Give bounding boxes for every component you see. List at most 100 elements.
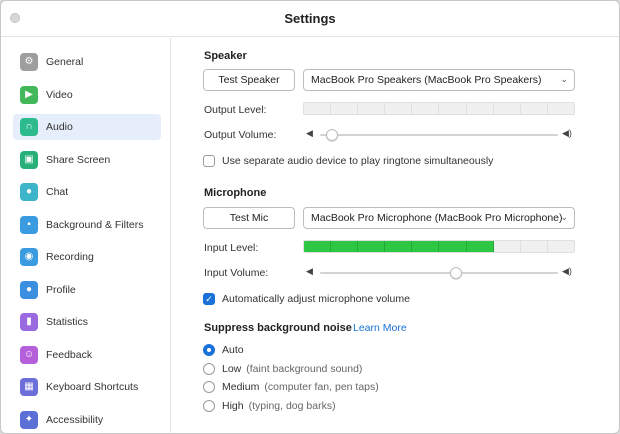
- statistics-icon: ▮: [20, 313, 38, 331]
- sidebar-item-feedback[interactable]: ☺ Feedback: [13, 342, 161, 368]
- sidebar-item-share-screen[interactable]: ▣ Share Screen: [13, 147, 161, 173]
- chevron-down-icon: ⌄: [560, 74, 568, 84]
- meter-segment: [385, 241, 413, 252]
- sidebar-item-label: Profile: [46, 283, 76, 296]
- sidebar-item-label: Background & Filters: [46, 218, 144, 231]
- input-volume-thumb[interactable]: [450, 267, 463, 279]
- noise-radio-medium[interactable]: [203, 381, 215, 393]
- output-level-label: Output Level:: [204, 104, 267, 116]
- noise-option-label: High (typing, dog barks): [222, 400, 336, 412]
- sidebar-item-general[interactable]: ⚙ General: [13, 49, 161, 75]
- background-icon: ▪: [20, 215, 38, 234]
- meter-segment: [331, 103, 359, 114]
- learn-more-link[interactable]: Learn More: [353, 322, 407, 334]
- output-level-meter: [303, 102, 575, 115]
- meter-segment: [412, 241, 440, 252]
- sidebar-item-label: Accessibility: [46, 413, 104, 426]
- noise-option-name: Medium: [222, 381, 260, 393]
- sidebar-item-keyboard-shortcuts[interactable]: ▦ Keyboard Shortcuts: [13, 374, 161, 400]
- sidebar-item-profile[interactable]: ● Profile: [13, 277, 161, 303]
- audio-settings-panel: Speaker Test Speaker MacBook Pro Speaker…: [172, 38, 619, 433]
- recording-icon: ◉: [20, 248, 38, 266]
- sidebar-item-accessibility[interactable]: ✦ Accessibility: [13, 407, 161, 433]
- meter-segment: [493, 241, 521, 252]
- output-volume-slider[interactable]: [320, 134, 558, 136]
- input-level-label: Input Level:: [204, 242, 259, 254]
- speaker-device-select[interactable]: MacBook Pro Speakers (MacBook Pro Speake…: [303, 69, 575, 91]
- sidebar-item-label: Feedback: [46, 348, 93, 361]
- output-volume-thumb[interactable]: [326, 129, 338, 141]
- auto-adjust-label: Automatically adjust microphone volume: [222, 293, 410, 305]
- microphone-device-select[interactable]: MacBook Pro Microphone (MacBook Pro Micr…: [303, 207, 575, 229]
- noise-option-hint: (computer fan, pen taps): [264, 381, 379, 393]
- sidebar-item-audio[interactable]: ∩ Audio: [13, 114, 161, 140]
- test-speaker-button[interactable]: Test Speaker: [203, 69, 295, 91]
- input-volume-label: Input Volume:: [204, 267, 269, 279]
- meter-segment: [412, 103, 440, 114]
- noise-option-hint: (faint background sound): [246, 362, 363, 375]
- noise-option-label: Medium (computer fan, pen taps): [222, 381, 379, 393]
- noise-radio-low[interactable]: [203, 362, 215, 375]
- profile-icon: ●: [20, 280, 38, 299]
- speaker-device-value: MacBook Pro Speakers (MacBook Pro Speake…: [311, 74, 542, 86]
- sidebar-item-chat[interactable]: ● Chat: [13, 179, 161, 205]
- settings-window: Settings ⚙ General ▶ Video ∩ Audio ▣ Share Scre…: [0, 0, 620, 434]
- volume-low-icon: ◀: [306, 266, 313, 276]
- noise-option-label: Auto: [222, 344, 244, 356]
- sidebar-item-video[interactable]: ▶ Video: [13, 82, 161, 108]
- meter-segment: [439, 241, 467, 252]
- chat-bubble-icon: ●: [20, 183, 38, 201]
- meter-segment: [466, 103, 494, 114]
- noise-option-label: Low (faint background sound): [222, 363, 362, 375]
- microphone-section-title: Microphone: [204, 187, 267, 199]
- noise-radio-auto[interactable]: [203, 344, 215, 356]
- microphone-device-value: MacBook Pro Microphone (MacBook Pro Micr…: [311, 212, 563, 224]
- chevron-down-icon: ⌄: [560, 212, 568, 222]
- meter-segment: [466, 241, 494, 252]
- sidebar-item-recording[interactable]: ◉ Recording: [13, 244, 161, 270]
- ringtone-checkbox-label: Use separate audio device to play ringto…: [222, 155, 494, 167]
- gear-icon: ⚙: [20, 53, 38, 71]
- window-title: Settings: [284, 11, 336, 26]
- sidebar-item-label: Recording: [46, 251, 94, 263]
- meter-segment: [358, 103, 386, 114]
- sidebar-item-label: Audio: [46, 121, 73, 133]
- meter-segment: [493, 103, 521, 114]
- noise-option-name: Auto: [222, 344, 244, 356]
- input-level-meter: [303, 240, 575, 253]
- headphones-icon: ∩: [20, 118, 38, 136]
- sidebar-item-label: Keyboard Shortcuts: [46, 381, 139, 393]
- meter-segment: [331, 241, 359, 252]
- share-screen-icon: ▣: [20, 150, 38, 169]
- sidebar-item-label: Video: [46, 88, 73, 101]
- video-camera-icon: ▶: [20, 85, 38, 104]
- meter-segment: [547, 241, 574, 252]
- noise-section-title: Suppress background noise: [204, 322, 352, 334]
- meter-segment: [358, 241, 386, 252]
- noise-radio-high[interactable]: [203, 399, 215, 412]
- sidebar: ⚙ General ▶ Video ∩ Audio ▣ Share Screen ● Chat ▪ B…: [1, 38, 171, 433]
- noise-option-hint: (typing, dog barks): [248, 399, 336, 412]
- sidebar-item-statistics[interactable]: ▮ Statistics: [13, 309, 161, 335]
- volume-low-icon: ◀: [306, 128, 313, 138]
- ringtone-checkbox[interactable]: [203, 155, 215, 167]
- noise-option-name: Low: [222, 362, 242, 375]
- test-mic-button[interactable]: Test Mic: [203, 207, 295, 229]
- title-bar: Settings: [1, 1, 619, 37]
- volume-high-icon: ◀): [562, 266, 572, 276]
- auto-adjust-checkbox[interactable]: ✓: [203, 293, 215, 305]
- feedback-icon: ☺: [20, 345, 38, 364]
- meter-segment: [304, 103, 332, 114]
- input-volume-slider[interactable]: [320, 272, 558, 274]
- meter-segment: [439, 103, 467, 114]
- meter-segment: [520, 103, 548, 114]
- output-volume-label: Output Volume:: [204, 129, 277, 141]
- keyboard-icon: ▦: [20, 378, 38, 396]
- sidebar-item-label: General: [46, 56, 84, 68]
- sidebar-item-label: Share Screen: [46, 153, 111, 166]
- sidebar-item-background-filters[interactable]: ▪ Background & Filters: [13, 212, 161, 238]
- meter-segment: [385, 103, 413, 114]
- accessibility-icon: ✦: [20, 410, 38, 429]
- meter-segment: [547, 103, 574, 114]
- noise-option-name: High: [222, 399, 244, 412]
